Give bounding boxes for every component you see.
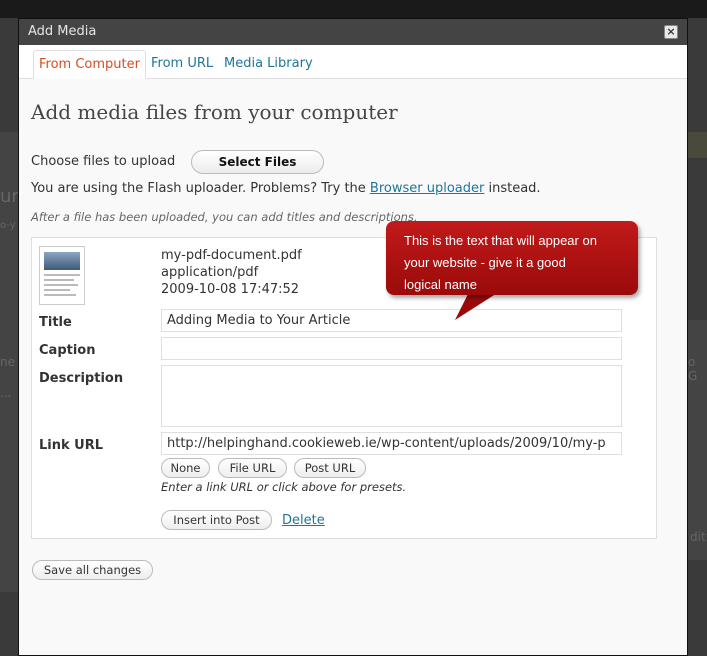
file-upload-date: 2009-10-08 17:47:52	[161, 282, 300, 297]
background-fragment: o G	[688, 355, 698, 383]
tab-from-computer[interactable]: From Computer	[33, 50, 146, 79]
file-name: my-pdf-document.pdf	[161, 248, 302, 263]
thumbnail-image	[44, 252, 80, 270]
background-fragment: o-y	[0, 220, 16, 231]
description-label: Description	[39, 371, 124, 386]
page-title: Add media files from your computer	[31, 100, 398, 124]
title-input[interactable]: Adding Media to Your Article	[161, 309, 622, 332]
description-textarea[interactable]	[161, 365, 622, 427]
flash-note-text: You are using the Flash uploader. Proble…	[31, 181, 370, 196]
title-label: Title	[39, 315, 72, 330]
link-url-help: Enter a link URL or click above for pres…	[161, 480, 407, 494]
thumbnail-line	[44, 279, 74, 281]
after-upload-note: After a file has been uploaded, you can …	[31, 210, 418, 224]
callout-text-line: logical name	[404, 277, 477, 292]
file-mime-type: application/pdf	[161, 265, 259, 280]
dialog-titlebar: Add Media ×	[19, 19, 687, 45]
thumbnail-line	[44, 289, 70, 291]
link-url-input[interactable]: http://helpinghand.cookieweb.ie/wp-conte…	[161, 432, 622, 455]
dialog-title: Add Media	[28, 24, 97, 39]
background-fragment: ne	[0, 355, 15, 369]
thumbnail-line	[44, 294, 76, 296]
callout-text-line: your website - give it a good	[404, 255, 566, 270]
close-icon[interactable]: ×	[664, 25, 678, 39]
background-fragment: dit	[690, 530, 706, 544]
media-tabs: From Computer From URL Media Library	[19, 45, 687, 79]
flash-note-text: instead.	[484, 181, 541, 196]
background-fragment: ...	[0, 386, 12, 400]
link-post-url-button[interactable]: Post URL	[294, 458, 366, 478]
thumbnail-line	[44, 284, 78, 286]
flash-uploader-note: You are using the Flash uploader. Proble…	[31, 181, 541, 196]
select-files-button[interactable]: Select Files	[191, 150, 324, 174]
callout-text-line: This is the text that will appear on	[404, 233, 597, 248]
background-fragment: ur	[0, 186, 19, 207]
browser-uploader-link[interactable]: Browser uploader	[370, 181, 484, 196]
link-url-label: Link URL	[39, 438, 104, 453]
background-topbar	[0, 0, 707, 18]
save-all-changes-button[interactable]: Save all changes	[32, 560, 153, 580]
delete-link[interactable]: Delete	[282, 513, 325, 528]
link-none-button[interactable]: None	[161, 458, 210, 478]
link-file-url-button[interactable]: File URL	[218, 458, 287, 478]
tab-from-url[interactable]: From URL	[146, 50, 218, 79]
pdf-thumbnail	[39, 246, 85, 305]
add-media-dialog: Add Media × From Computer From URL Media…	[18, 18, 688, 656]
caption-label: Caption	[39, 343, 96, 358]
annotation-callout: This is the text that will appear on you…	[386, 221, 638, 295]
tab-media-library[interactable]: Media Library	[219, 50, 318, 79]
thumbnail-line	[44, 274, 80, 276]
file-meta: my-pdf-document.pdf application/pdf 2009…	[161, 247, 302, 298]
caption-input[interactable]	[161, 337, 622, 360]
insert-into-post-button[interactable]: Insert into Post	[161, 510, 272, 530]
choose-files-label: Choose files to upload	[31, 154, 176, 169]
